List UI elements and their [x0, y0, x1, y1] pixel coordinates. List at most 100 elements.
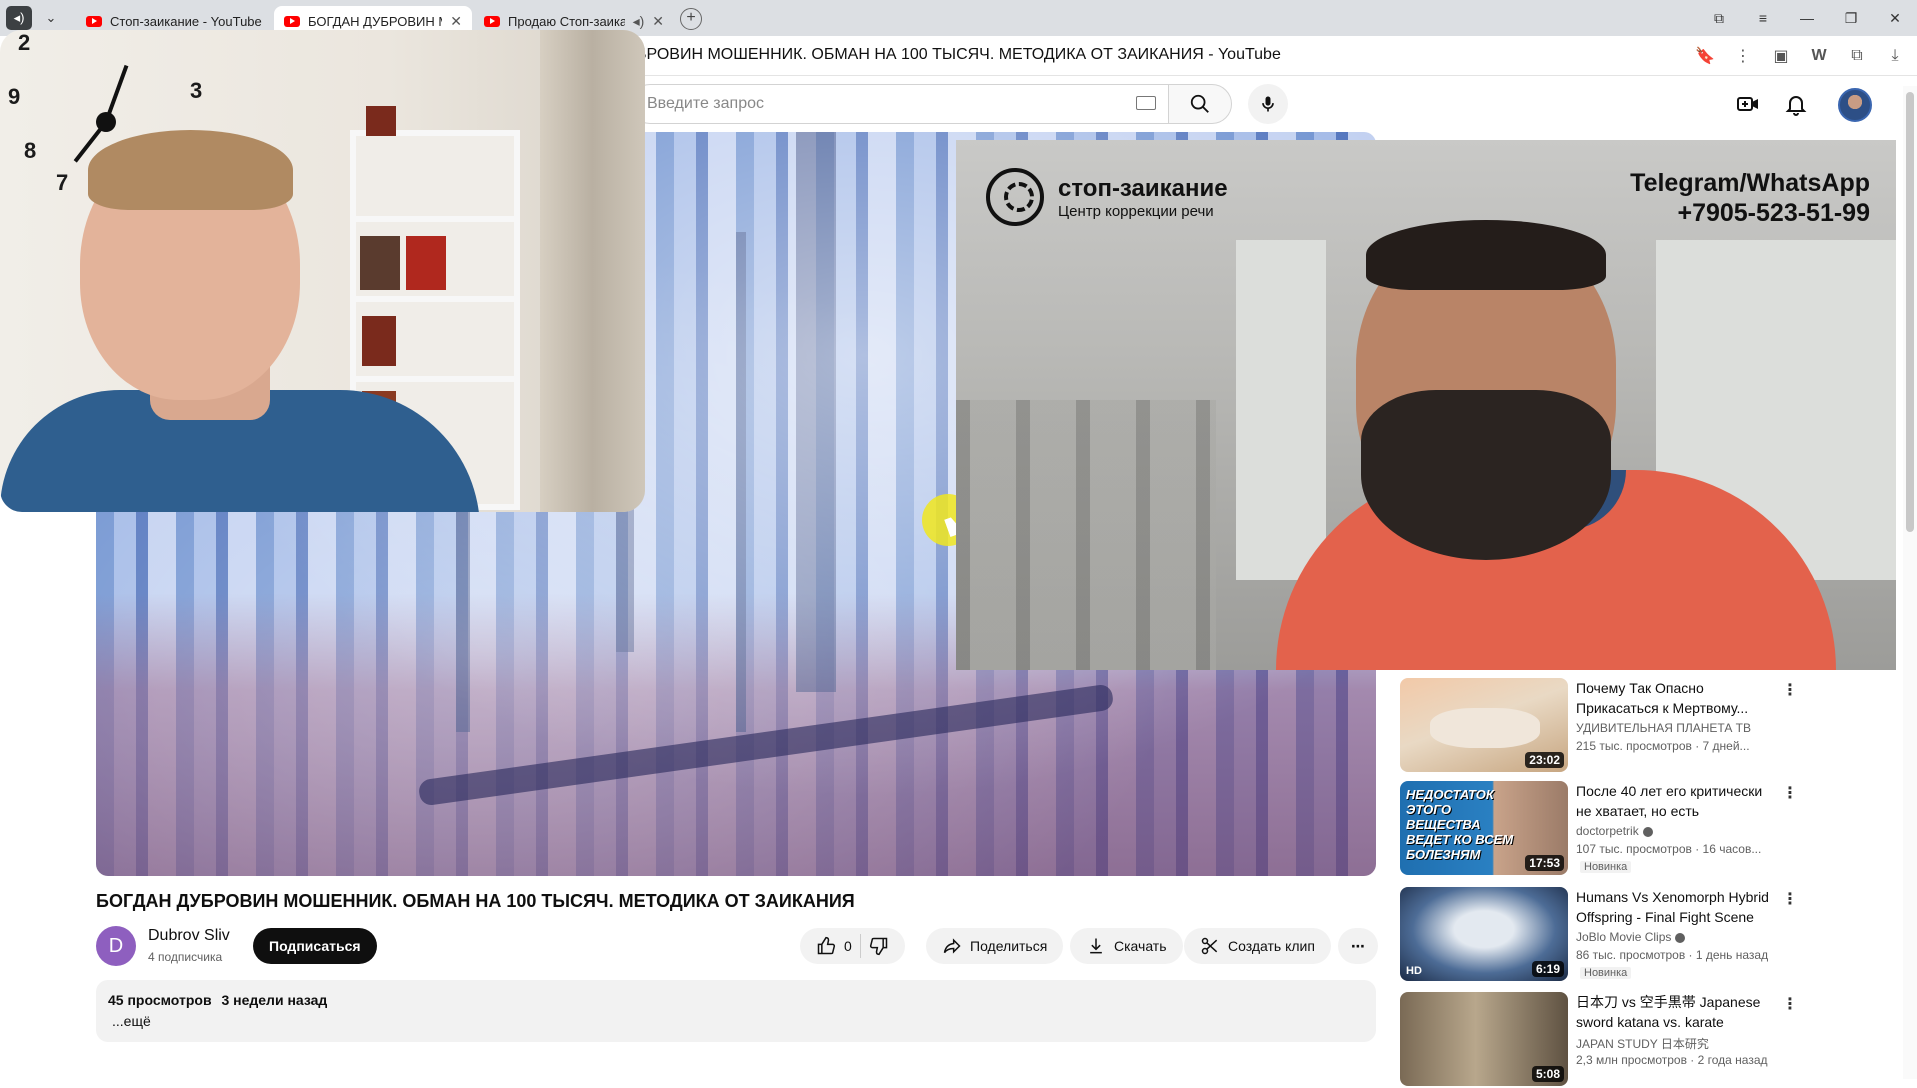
search-input[interactable]	[647, 95, 1117, 113]
create-clip-button[interactable]: Создать клип	[1184, 928, 1331, 964]
clock-number: 3	[190, 78, 203, 103]
webcam-overlay-left: 2 3 9 8 7 6	[0, 30, 645, 512]
voice-search-button[interactable]	[1248, 84, 1288, 124]
new-tab-button[interactable]: +	[680, 8, 702, 30]
recommended-channel-row[interactable]: doctorpetrik	[1576, 824, 1653, 838]
verified-icon	[1642, 826, 1653, 837]
menu-icon[interactable]: ≡	[1741, 0, 1785, 36]
address-bar-icons: 🔖 ⋮ ▣ W ⧉ ⤓	[1689, 44, 1911, 68]
create-video-button[interactable]	[1732, 88, 1764, 120]
close-tab-icon[interactable]: ✕	[652, 13, 664, 30]
download-button[interactable]: Скачать	[1070, 928, 1183, 964]
recommended-video-meta: 107 тыс. просмотров · 16 часов...	[1576, 842, 1762, 856]
download-label: Скачать	[1114, 938, 1167, 954]
restore-icon[interactable]: ❐	[1829, 0, 1873, 36]
like-button[interactable]: 0	[816, 936, 852, 956]
bookmark-icon[interactable]: 🔖	[1689, 44, 1721, 68]
share-button[interactable]: Поделиться	[926, 928, 1064, 964]
download-icon[interactable]: ⤓	[1879, 44, 1911, 68]
book	[360, 236, 400, 290]
chevron-down-icon[interactable]: ⌄	[38, 6, 64, 30]
minimize-icon[interactable]: —	[1785, 0, 1829, 36]
notifications-button[interactable]	[1780, 88, 1812, 120]
share-label: Поделиться	[970, 938, 1048, 954]
search-box[interactable]	[630, 84, 1168, 124]
bookmarks-icon[interactable]: ⧉	[1697, 0, 1741, 36]
contact-messengers: Telegram/WhatsApp	[1630, 169, 1870, 197]
description-box[interactable]: 45 просмотров 3 недели назад ...ещё	[96, 980, 1376, 1042]
book	[362, 316, 396, 366]
subscribe-button[interactable]: Подписаться	[253, 928, 377, 964]
recommended-video[interactable]: НЕДОСТАТОК ЭТОГО ВЕЩЕСТВА ВЕДЕТ КО ВСЕМ …	[1400, 781, 1800, 877]
thumbs-up-icon	[817, 936, 836, 955]
recommended-channel-name[interactable]: УДИВИТЕЛЬНАЯ ПЛАНЕТА ТВ	[1576, 721, 1751, 735]
thumbnail-subject	[1430, 708, 1540, 748]
thumbs-down-icon	[869, 937, 888, 956]
recommended-channel-name[interactable]: JAPAN STUDY 日本研究	[1576, 1035, 1709, 1052]
channel-name[interactable]: Dubrov Sliv	[148, 927, 230, 945]
more-vertical-icon[interactable]: ⋮	[1780, 680, 1800, 700]
recommended-video-title[interactable]: 日本刀 vs 空手黒帯 Japanese sword katana vs. ka…	[1576, 992, 1772, 1032]
recommended-video-meta: 215 тыс. просмотров · 7 дней...	[1576, 739, 1750, 753]
recommended-video-title[interactable]: Почему Так Опасно Прикасаться к Мертвому…	[1576, 678, 1772, 718]
more-vertical-icon[interactable]: ⋮	[1780, 783, 1800, 803]
recommended-video-title[interactable]: Humans Vs Xenomorph Hybrid Offspring - F…	[1576, 887, 1772, 927]
brand-block: стоп-заикание Центр коррекции речи	[986, 168, 1228, 226]
presenter-right-beard	[1361, 390, 1611, 560]
shelf-board	[356, 296, 514, 302]
recommended-channel-row[interactable]: JoBlo Movie Clips	[1576, 930, 1686, 944]
video-title: БОГДАН ДУБРОВИН МОШЕННИК. ОБМАН НА 100 Т…	[96, 891, 855, 911]
dislike-button[interactable]	[869, 936, 889, 956]
youtube-favicon-icon	[284, 15, 300, 27]
microphone-icon	[1262, 96, 1274, 112]
show-more-link[interactable]: ...ещё	[112, 1013, 151, 1029]
close-window-icon[interactable]: ✕	[1873, 0, 1917, 36]
w-extension-icon[interactable]: W	[1803, 44, 1835, 68]
speaker-icon[interactable]: ◂)	[6, 6, 32, 30]
close-tab-icon[interactable]: ✕	[450, 13, 462, 30]
recommended-channel-name: doctorpetrik	[1576, 824, 1639, 838]
page-scrollbar[interactable]	[1903, 86, 1917, 1079]
channel-subscriber-count: 4 подписчика	[148, 950, 223, 964]
background-chairs	[956, 400, 1216, 670]
youtube-favicon-icon	[484, 15, 500, 27]
keyboard-icon[interactable]	[1136, 96, 1156, 110]
search-icon	[1190, 94, 1209, 113]
contact-block: Telegram/WhatsApp +7905-523-51-99	[1630, 168, 1870, 228]
curtain	[540, 30, 645, 512]
more-vertical-icon[interactable]: ⋮	[1780, 994, 1800, 1014]
video-thumbnail[interactable]: 5:08	[1400, 992, 1568, 1086]
video-thumbnail[interactable]: 23:02	[1400, 678, 1568, 772]
recommended-channel-name: JoBlo Movie Clips	[1576, 930, 1672, 944]
recommended-video[interactable]: 5:08 日本刀 vs 空手黒帯 Japanese sword katana v…	[1400, 992, 1800, 1088]
new-badge: Новинка	[1580, 861, 1632, 873]
video-thumbnail[interactable]: HD 6:19	[1400, 887, 1568, 981]
video-add-icon	[1737, 97, 1758, 111]
shelf-board	[356, 216, 514, 222]
search-button[interactable]	[1168, 84, 1232, 124]
brand-name: стоп-заикание	[1058, 174, 1228, 202]
channel-avatar[interactable]: D	[96, 926, 136, 966]
video-thumbnail[interactable]: НЕДОСТАТОК ЭТОГО ВЕЩЕСТВА ВЕДЕТ КО ВСЕМ …	[1400, 781, 1568, 875]
scrollbar-thumb[interactable]	[1906, 92, 1914, 532]
account-avatar[interactable]	[1838, 88, 1872, 122]
more-actions-button[interactable]: ⋯	[1338, 928, 1378, 964]
download-icon	[1090, 938, 1102, 954]
shelf-board	[356, 376, 514, 382]
audio-playing-icon[interactable]: ◂)	[633, 13, 645, 30]
recommended-video-title[interactable]: После 40 лет его критически не хватает, …	[1576, 781, 1772, 821]
new-badge: Новинка	[1580, 967, 1632, 979]
recommended-video[interactable]: 23:02 Почему Так Опасно Прикасаться к Ме…	[1400, 678, 1800, 774]
bell-icon	[1785, 96, 1807, 116]
extension-icon[interactable]: ▣	[1765, 44, 1797, 68]
book	[406, 236, 446, 290]
clock-number: 8	[24, 138, 37, 163]
more-vertical-icon[interactable]: ⋮	[1727, 44, 1759, 68]
collections-icon[interactable]: ⧉	[1841, 44, 1873, 68]
hd-badge: HD	[1406, 965, 1422, 977]
recommended-video-meta: 2,3 млн просмотров · 2 года назад	[1576, 1053, 1768, 1067]
scissors-icon	[1201, 937, 1218, 955]
recommended-video[interactable]: HD 6:19 Humans Vs Xenomorph Hybrid Offsp…	[1400, 887, 1800, 983]
upload-age: 3 недели назад	[221, 992, 328, 1008]
more-vertical-icon[interactable]: ⋮	[1780, 889, 1800, 909]
